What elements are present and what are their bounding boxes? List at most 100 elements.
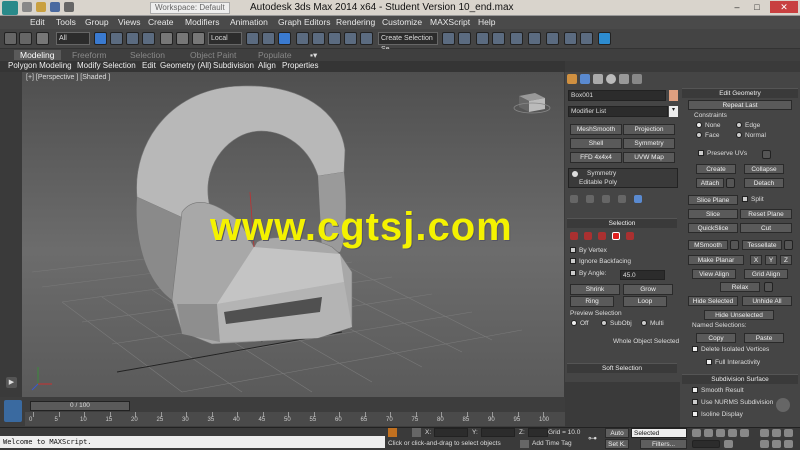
walk-through-icon[interactable] [772, 440, 781, 448]
menu-rendering[interactable]: Rendering [336, 17, 375, 27]
menu-modifiers[interactable]: Modifiers [185, 17, 219, 27]
minimize-button[interactable]: – [730, 1, 744, 13]
quickslice-button[interactable]: QuickSlice [688, 223, 738, 233]
tab-object-paint[interactable]: Object Paint [190, 50, 236, 60]
object-color-swatch[interactable] [669, 90, 678, 101]
pin-stack-icon[interactable] [570, 195, 578, 203]
previous-frame-icon[interactable] [704, 429, 713, 437]
viewcube-icon[interactable] [513, 93, 551, 114]
delete-isolated-vertices-checkbox[interactable]: Delete Isolated Vertices [692, 346, 769, 353]
selection-rollout-header[interactable]: Selection [567, 218, 677, 228]
select-object-icon[interactable] [94, 32, 107, 45]
tessellate-button[interactable]: Tessellate [742, 240, 782, 250]
collapse-button[interactable]: Collapse [744, 164, 784, 174]
ignore-backfacing-checkbox[interactable]: Ignore Backfacing [570, 258, 631, 265]
menu-create[interactable]: Create [148, 17, 174, 27]
ring-button[interactable]: Ring [570, 296, 614, 307]
utilities-tab-icon[interactable] [632, 74, 642, 84]
current-frame-field[interactable] [692, 440, 720, 448]
uvw-map-button[interactable]: UVW Map [623, 152, 675, 163]
key-filter-selected-dropdown[interactable]: Selected [631, 428, 687, 438]
menu-maxscript[interactable]: MAXScript [430, 17, 470, 27]
slice-plane-button[interactable]: Slice Plane [688, 195, 738, 205]
grid-align-button[interactable]: Grid Align [744, 269, 788, 279]
layer-manager-icon[interactable] [476, 32, 489, 45]
rendered-frame-window-icon[interactable] [580, 32, 593, 45]
menu-tools[interactable]: Tools [56, 17, 76, 27]
angle-snap-icon[interactable] [312, 32, 325, 45]
select-rotate-icon[interactable] [176, 32, 189, 45]
grow-button[interactable]: Grow [623, 284, 673, 295]
preserve-uvs-checkbox[interactable]: Preserve UVs [698, 150, 747, 157]
edge-level-icon[interactable] [584, 232, 592, 240]
tab-selection[interactable]: Selection [130, 50, 165, 60]
preview-off-radio[interactable]: Off [571, 320, 589, 327]
menu-graph-editors[interactable]: Graph Editors [278, 17, 330, 27]
mirror-icon[interactable] [442, 32, 455, 45]
timeline-ruler[interactable]: 0 5 10 15 20 25 30 35 40 45 50 55 60 65 70 75 80 85 90 95 10… [25, 412, 565, 426]
panel-modify-selection[interactable]: Modify Selection [77, 61, 136, 70]
display-tab-icon[interactable] [619, 74, 629, 84]
material-editor-icon[interactable] [546, 32, 559, 45]
close-button[interactable]: ✕ [770, 1, 798, 13]
paste-button[interactable]: Paste [744, 333, 784, 343]
tab-freeform[interactable]: Freeform [72, 50, 106, 60]
tab-populate[interactable]: Populate [258, 50, 292, 60]
planar-z-button[interactable]: Z [780, 255, 792, 265]
maxscript-listener[interactable]: Welcome to MAXScript. [0, 436, 385, 448]
modifier-list-dropdown[interactable]: Modifier List [568, 106, 668, 117]
constraint-normal-radio[interactable]: Normal [736, 132, 766, 139]
reset-plane-button[interactable]: Reset Plane [740, 209, 792, 219]
element-level-icon[interactable] [626, 232, 634, 240]
preview-multi-radio[interactable]: Multi [641, 320, 664, 327]
constraint-edge-radio[interactable]: Edge [736, 122, 760, 129]
detach-button[interactable]: Detach [744, 178, 784, 188]
show-end-result-icon[interactable] [586, 195, 594, 203]
auto-key-button[interactable]: Auto [605, 428, 629, 438]
hide-selected-button[interactable]: Hide Selected [688, 296, 738, 306]
time-configuration-icon[interactable] [724, 440, 733, 448]
stack-toggle-icon[interactable] [572, 171, 578, 177]
slice-button[interactable]: Slice [688, 209, 738, 219]
tab-modeling[interactable]: Modeling [14, 50, 61, 60]
keyboard-shortcut-icon[interactable] [278, 32, 291, 45]
border-level-icon[interactable] [598, 232, 606, 240]
polygon-level-icon[interactable] [612, 232, 620, 240]
stack-item-editable-poly[interactable]: Editable Poly [579, 179, 617, 186]
by-vertex-checkbox[interactable]: By Vertex [570, 247, 607, 254]
percent-snap-icon[interactable] [328, 32, 341, 45]
modifier-stack[interactable]: Symmetry Editable Poly [568, 168, 678, 188]
by-angle-checkbox[interactable]: By Angle: [570, 270, 606, 277]
panel-subdivision[interactable]: Subdivision [213, 61, 254, 70]
render-setup-icon[interactable] [564, 32, 577, 45]
app-logo-icon[interactable] [2, 1, 18, 15]
lock-selection-icon[interactable] [388, 428, 397, 437]
quick-access-new-icon[interactable] [22, 2, 32, 12]
redo-icon[interactable] [19, 32, 32, 45]
tessellate-settings-icon[interactable] [784, 240, 793, 250]
repeat-last-button[interactable]: Repeat Last [688, 100, 792, 110]
menu-views[interactable]: Views [118, 17, 141, 27]
symmetry-button[interactable]: Symmetry [623, 138, 675, 149]
graphite-tools-icon[interactable] [492, 32, 505, 45]
select-by-name-icon[interactable] [110, 32, 123, 45]
align-icon[interactable] [458, 32, 471, 45]
configure-sets-icon[interactable] [634, 195, 642, 203]
scroll-thumb-icon[interactable] [776, 398, 790, 412]
add-time-tag-label[interactable]: Add Time Tag [532, 440, 572, 447]
key-icon[interactable]: ⊶ [588, 433, 597, 444]
make-unique-icon[interactable] [602, 195, 610, 203]
menu-help[interactable]: Help [478, 17, 495, 27]
projection-button[interactable]: Projection [623, 124, 675, 135]
isoline-display-checkbox[interactable]: Isoline Display [692, 411, 743, 418]
subdivision-surface-rollout-header[interactable]: Subdivision Surface [682, 374, 798, 384]
zoom-icon[interactable] [760, 429, 769, 437]
remove-modifier-icon[interactable] [618, 195, 626, 203]
pivot-center-icon[interactable] [246, 32, 259, 45]
attach-settings-icon[interactable] [726, 178, 735, 188]
unhide-all-button[interactable]: Unhide All [742, 296, 792, 306]
link-icon[interactable] [36, 32, 49, 45]
snaps-toggle-icon[interactable] [296, 32, 309, 45]
create-tab-icon[interactable] [567, 74, 577, 84]
panel-geometry-all[interactable]: Geometry (All) [160, 61, 212, 70]
